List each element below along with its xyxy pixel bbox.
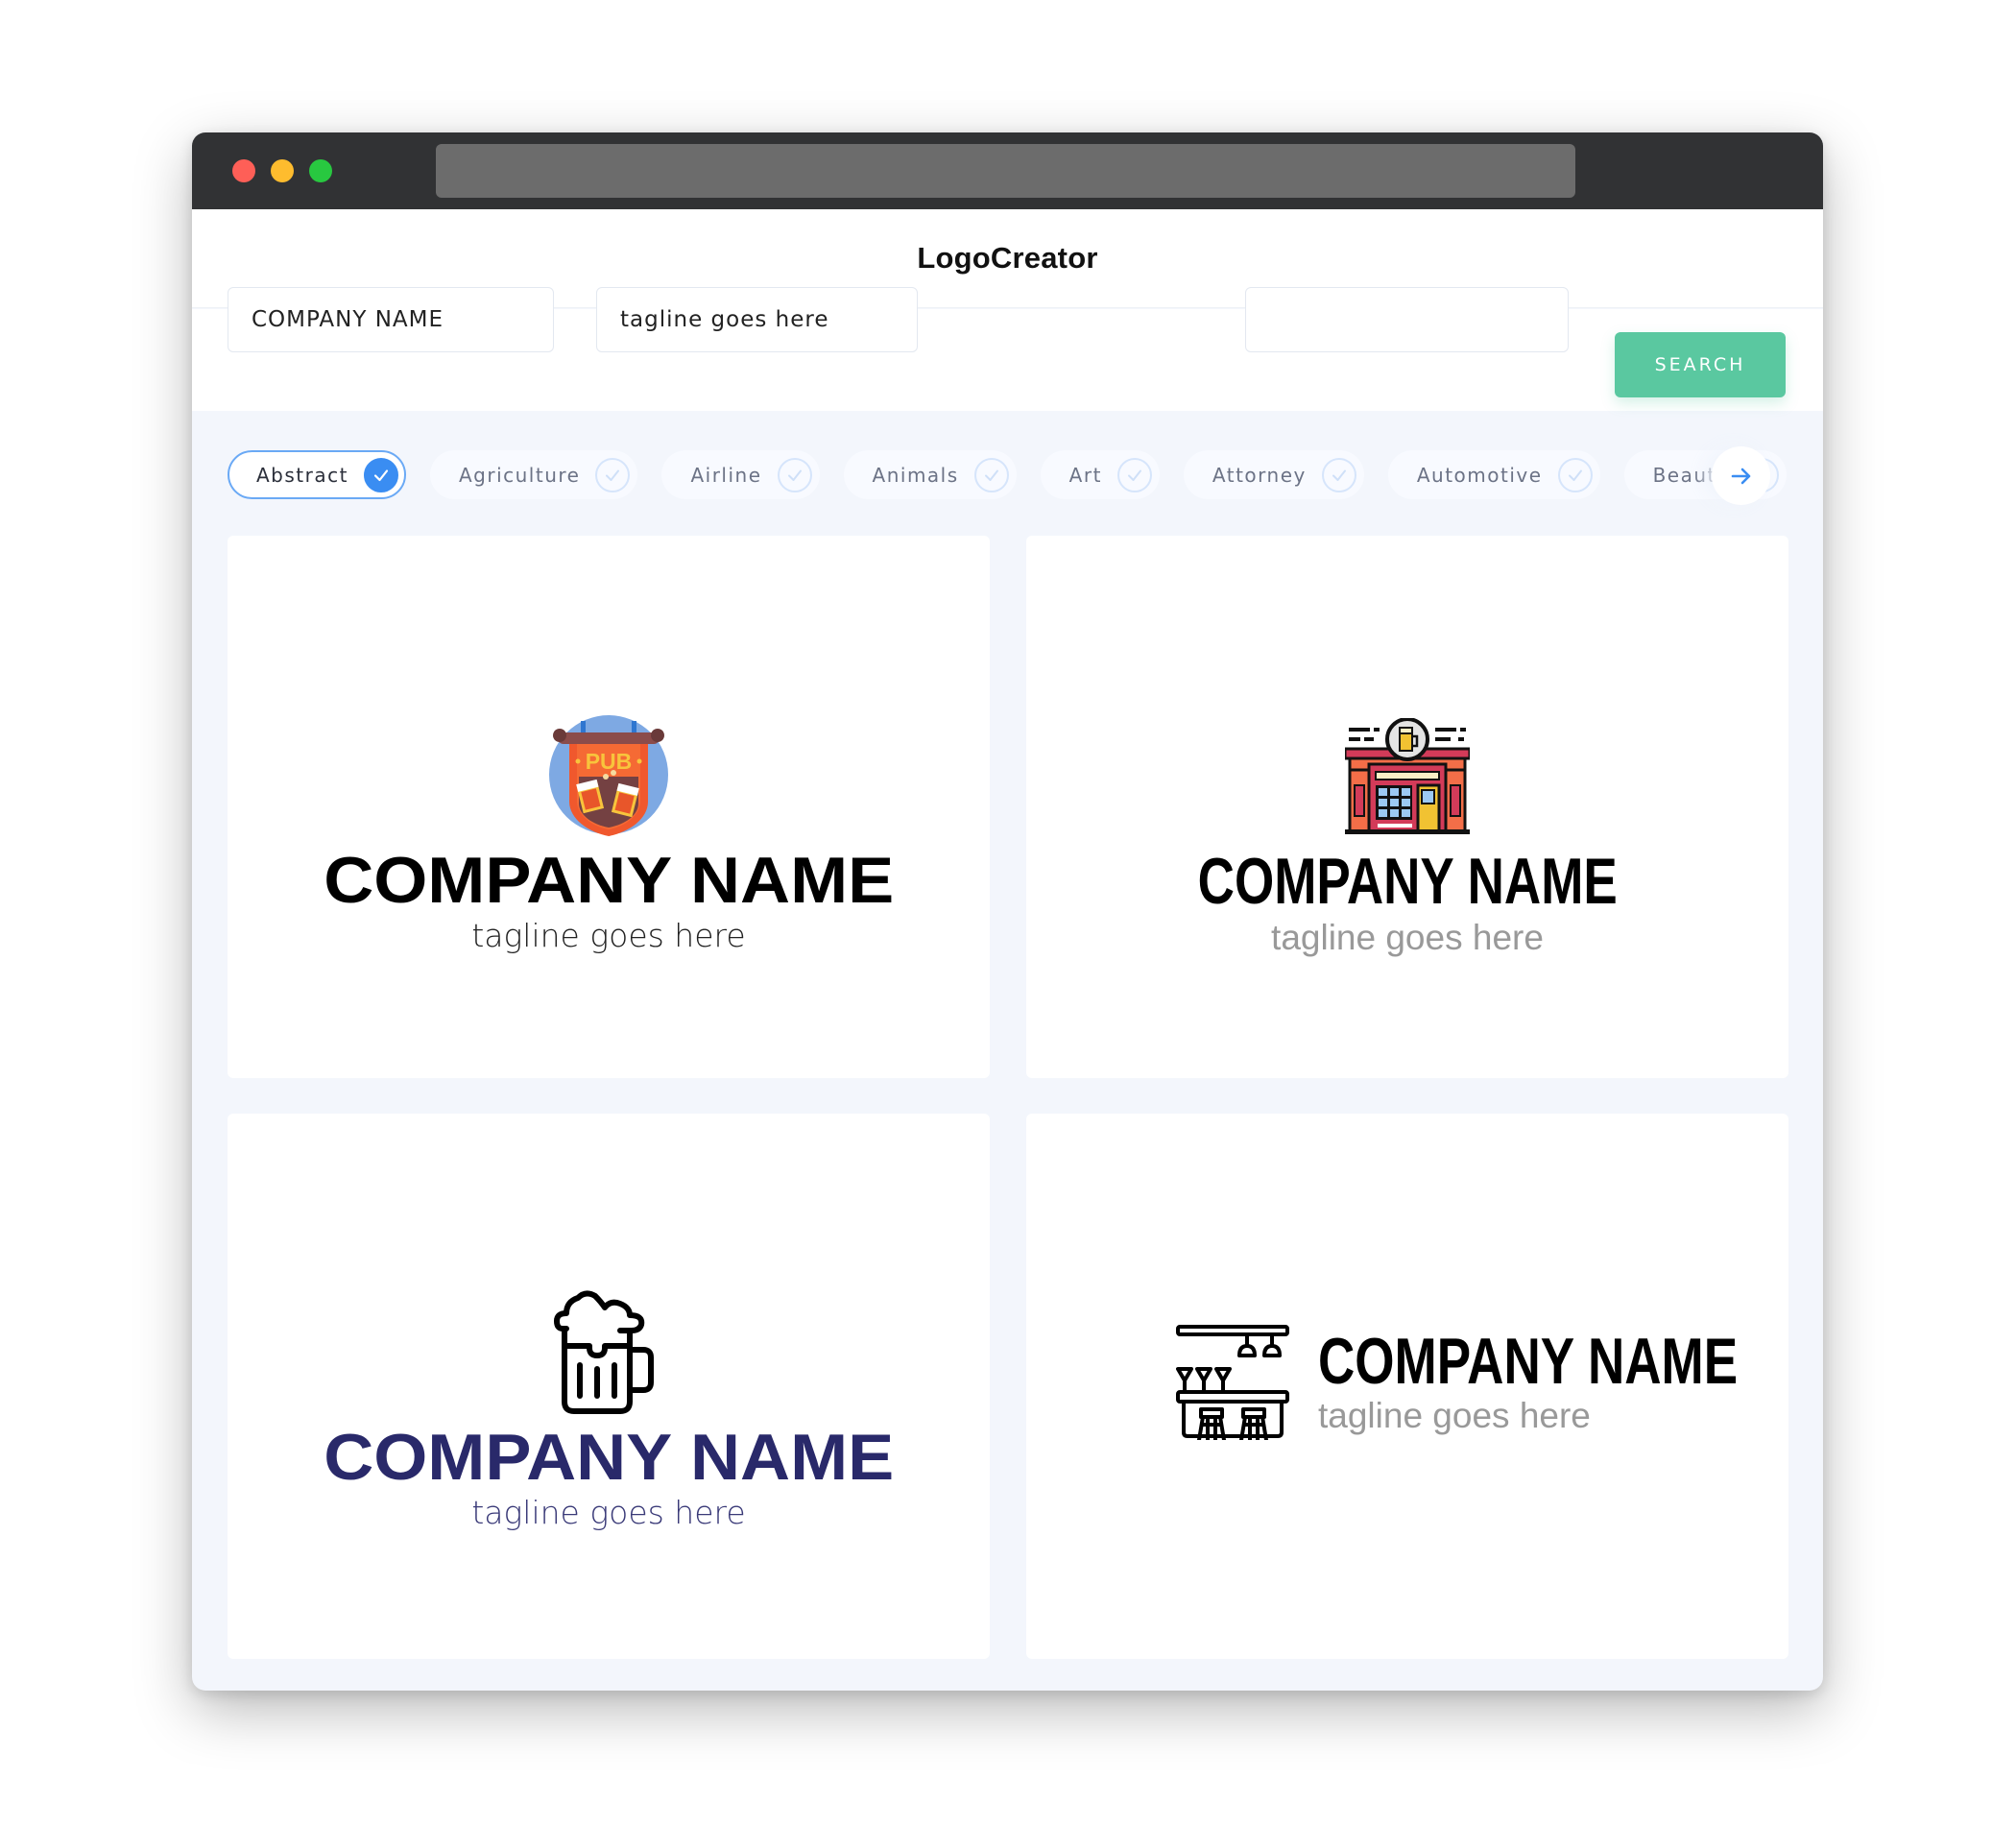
scroll-categories-right-button[interactable] bbox=[1712, 446, 1770, 505]
app-title: LogoCreator bbox=[917, 241, 1098, 275]
tagline-text: tagline goes here bbox=[471, 1494, 746, 1531]
company-name-text: COMPANY NAME bbox=[1197, 845, 1618, 918]
category-chip-attorney[interactable]: Attorney bbox=[1183, 450, 1364, 499]
beer-mug-icon bbox=[554, 1290, 654, 1414]
category-chip-airline[interactable]: Airline bbox=[661, 450, 820, 499]
category-label: Airline bbox=[690, 463, 762, 487]
search-button[interactable]: SEARCH bbox=[1615, 332, 1786, 397]
check-icon bbox=[973, 457, 1009, 492]
logo-preview: COMPANY NAME tagline goes here bbox=[1176, 1325, 1760, 1440]
tagline-text: tagline goes here bbox=[471, 917, 746, 954]
close-window-button[interactable] bbox=[232, 159, 255, 182]
browser-window: LogoCreator SEARCH Abstract Agriculture … bbox=[192, 132, 1823, 1691]
svg-text:PUB: PUB bbox=[586, 749, 633, 774]
logo-preview: PUB COMPANY NAME tagline goes here bbox=[228, 713, 990, 954]
pub-sign-icon: PUB bbox=[549, 715, 668, 836]
minimize-window-button[interactable] bbox=[271, 159, 294, 182]
category-label: Art bbox=[1068, 463, 1102, 487]
category-filter-bar: Abstract Agriculture Airline Animals Art… bbox=[228, 422, 1788, 514]
check-icon bbox=[1321, 457, 1356, 492]
company-name-text: COMPANY NAME bbox=[1318, 1325, 1739, 1398]
arrow-right-icon bbox=[1731, 468, 1750, 484]
category-chip-agriculture[interactable]: Agriculture bbox=[429, 450, 638, 499]
tagline-input[interactable] bbox=[596, 287, 918, 352]
check-icon bbox=[1116, 457, 1152, 492]
check-icon bbox=[595, 457, 631, 492]
category-chip-art[interactable]: Art bbox=[1040, 450, 1160, 499]
category-label: Attorney bbox=[1212, 463, 1307, 487]
category-label: Agriculture bbox=[458, 463, 581, 487]
logo-card[interactable]: COMPANY NAME tagline goes here bbox=[1026, 1114, 1788, 1659]
title-bar bbox=[192, 132, 1823, 209]
check-icon bbox=[1557, 457, 1593, 492]
category-chip-animals[interactable]: Animals bbox=[843, 450, 1017, 499]
keyword-input[interactable] bbox=[1245, 287, 1569, 352]
tagline-text: tagline goes here bbox=[1271, 918, 1544, 957]
logo-card[interactable]: COMPANY NAME tagline goes here bbox=[228, 1114, 990, 1659]
logo-card[interactable]: COMPANY NAME tagline goes here bbox=[1026, 536, 1788, 1078]
category-chip-automotive[interactable]: Automotive bbox=[1387, 450, 1600, 499]
pub-building-icon bbox=[1345, 718, 1470, 834]
check-icon bbox=[777, 457, 812, 492]
bar-counter-icon bbox=[1176, 1325, 1289, 1440]
company-name-text: COMPANY NAME bbox=[323, 1421, 895, 1494]
tagline-text: tagline goes here bbox=[1318, 1396, 1591, 1435]
logo-preview: COMPANY NAME tagline goes here bbox=[1026, 718, 1788, 958]
address-bar[interactable] bbox=[436, 144, 1575, 198]
company-name-text: COMPANY NAME bbox=[323, 844, 895, 917]
category-label: Animals bbox=[872, 463, 959, 487]
category-chip-abstract[interactable]: Abstract bbox=[228, 450, 406, 499]
maximize-window-button[interactable] bbox=[309, 159, 332, 182]
logo-card[interactable]: PUB COMPANY NAME tagline goes here bbox=[228, 536, 990, 1078]
category-label: Automotive bbox=[1416, 463, 1543, 487]
category-label: Abstract bbox=[256, 463, 348, 487]
check-icon bbox=[363, 457, 398, 492]
company-name-input[interactable] bbox=[228, 287, 554, 352]
logo-preview: COMPANY NAME tagline goes here bbox=[228, 1288, 990, 1531]
